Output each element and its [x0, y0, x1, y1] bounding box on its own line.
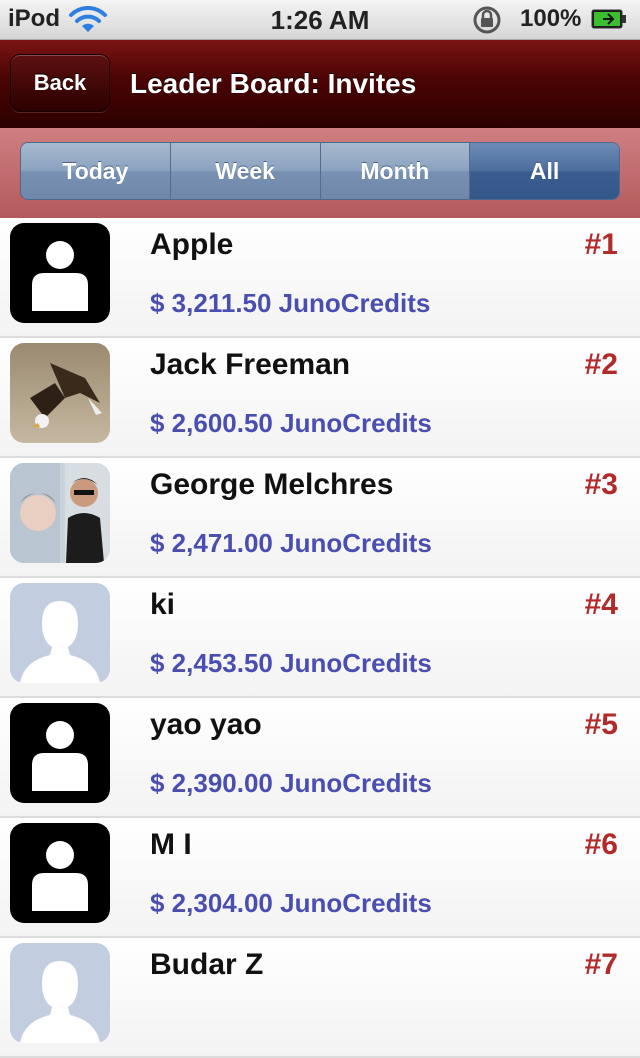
- list-item[interactable]: M I $ 2,304.00 JunoCredits #6: [0, 818, 640, 938]
- leader-credits: $ 2,304.00 JunoCredits: [150, 888, 432, 918]
- segment-week[interactable]: Week: [170, 143, 321, 199]
- orientation-lock-icon: [470, 5, 506, 40]
- list-item[interactable]: Budar Z #7: [0, 938, 640, 1058]
- segment-today[interactable]: Today: [21, 143, 171, 199]
- person-photo-avatar: [10, 463, 110, 563]
- leader-name: ki: [150, 588, 176, 621]
- period-segmented-control: Today Week Month All: [20, 142, 620, 200]
- default-avatar-icon: [10, 703, 110, 803]
- page-title: Leader Board: Invites: [130, 68, 417, 99]
- battery-icon: [591, 9, 627, 29]
- default-profile-icon: [10, 943, 110, 1043]
- segment-all[interactable]: All: [470, 143, 619, 199]
- navigation-bar: Back Leader Board: Invites: [0, 40, 640, 128]
- leader-credits: $ 2,600.50 JunoCredits: [150, 408, 432, 438]
- leader-rank: #3: [584, 468, 618, 501]
- leader-rank: #1: [584, 228, 618, 261]
- back-button[interactable]: Back: [10, 54, 110, 112]
- default-avatar-icon: [10, 223, 110, 323]
- leader-name: Apple: [150, 228, 234, 261]
- list-item[interactable]: Jack Freeman $ 2,600.50 JunoCredits #2: [0, 338, 640, 458]
- leader-name: M I: [150, 828, 192, 861]
- segment-month[interactable]: Month: [320, 143, 471, 199]
- leader-name: Jack Freeman: [150, 348, 351, 381]
- leader-name: Budar Z: [150, 948, 264, 981]
- leader-rank: #6: [584, 828, 618, 861]
- list-item[interactable]: yao yao $ 2,390.00 JunoCredits #5: [0, 698, 640, 818]
- status-bar: iPod 1:26 AM 100%: [0, 0, 640, 40]
- battery-percent: 100%: [520, 5, 582, 32]
- leader-credits: $ 3,211.50 JunoCredits: [150, 288, 431, 318]
- leader-name: yao yao: [150, 708, 262, 741]
- leader-credits: $ 2,390.00 JunoCredits: [150, 768, 432, 798]
- default-profile-icon: [10, 583, 110, 683]
- leader-rank: #5: [584, 708, 618, 741]
- leaderboard-list: Apple $ 3,211.50 JunoCredits #1 Jack Fre…: [0, 218, 640, 1058]
- list-item[interactable]: George Melchres $ 2,471.00 JunoCredits #…: [0, 458, 640, 578]
- leader-rank: #7: [584, 948, 618, 981]
- leader-name: George Melchres: [150, 468, 394, 501]
- leader-credits: $ 2,471.00 JunoCredits: [150, 528, 432, 558]
- default-avatar-icon: [10, 823, 110, 923]
- filter-bar: Today Week Month All: [0, 128, 640, 218]
- leader-credits: $ 2,453.50 JunoCredits: [150, 648, 432, 678]
- eagle-photo-avatar: [10, 343, 110, 443]
- list-item[interactable]: Apple $ 3,211.50 JunoCredits #1: [0, 218, 640, 338]
- leader-rank: #2: [584, 348, 618, 381]
- list-item[interactable]: ki $ 2,453.50 JunoCredits #4: [0, 578, 640, 698]
- leader-rank: #4: [584, 588, 618, 621]
